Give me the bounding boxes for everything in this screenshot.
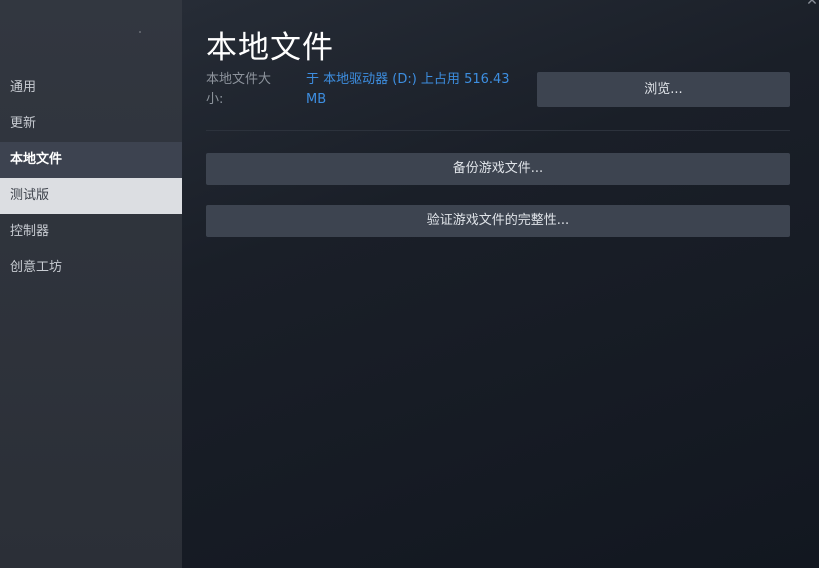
sidebar-item-controller[interactable]: 控制器 [0,214,182,250]
sidebar-item-workshop[interactable]: 创意工坊 [0,250,182,286]
sidebar-item-updates[interactable]: 更新 [0,106,182,142]
sidebar-item-betas[interactable]: 测试版 [0,178,182,214]
close-icon[interactable]: ✕ [805,0,819,8]
sidebar-nav: 通用 更新 本地文件 测试版 控制器 创意工坊 [0,70,182,286]
sidebar: 通用 更新 本地文件 测试版 控制器 创意工坊 [0,0,182,568]
sidebar-marker [139,31,141,33]
section-divider [206,130,790,131]
browse-button[interactable]: 浏览... [537,72,790,107]
verify-game-files-button[interactable]: 验证游戏文件的完整性... [206,205,790,237]
sidebar-item-general[interactable]: 通用 [0,70,182,106]
page-title: 本地文件 [206,30,334,66]
backup-game-files-button[interactable]: 备份游戏文件... [206,153,790,185]
local-files-size-value: 于 本地驱动器 (D:) 上占用 516.43 MB [306,72,510,107]
sidebar-item-local-files[interactable]: 本地文件 [0,142,182,178]
properties-window: 通用 更新 本地文件 测试版 控制器 创意工坊 ✕ 本地文件 本地文件大小: 于… [0,0,819,568]
main-panel: ✕ 本地文件 本地文件大小: 于 本地驱动器 (D:) 上占用 516.43 M… [182,0,819,568]
local-files-size-label: 本地文件大小: [206,72,272,107]
